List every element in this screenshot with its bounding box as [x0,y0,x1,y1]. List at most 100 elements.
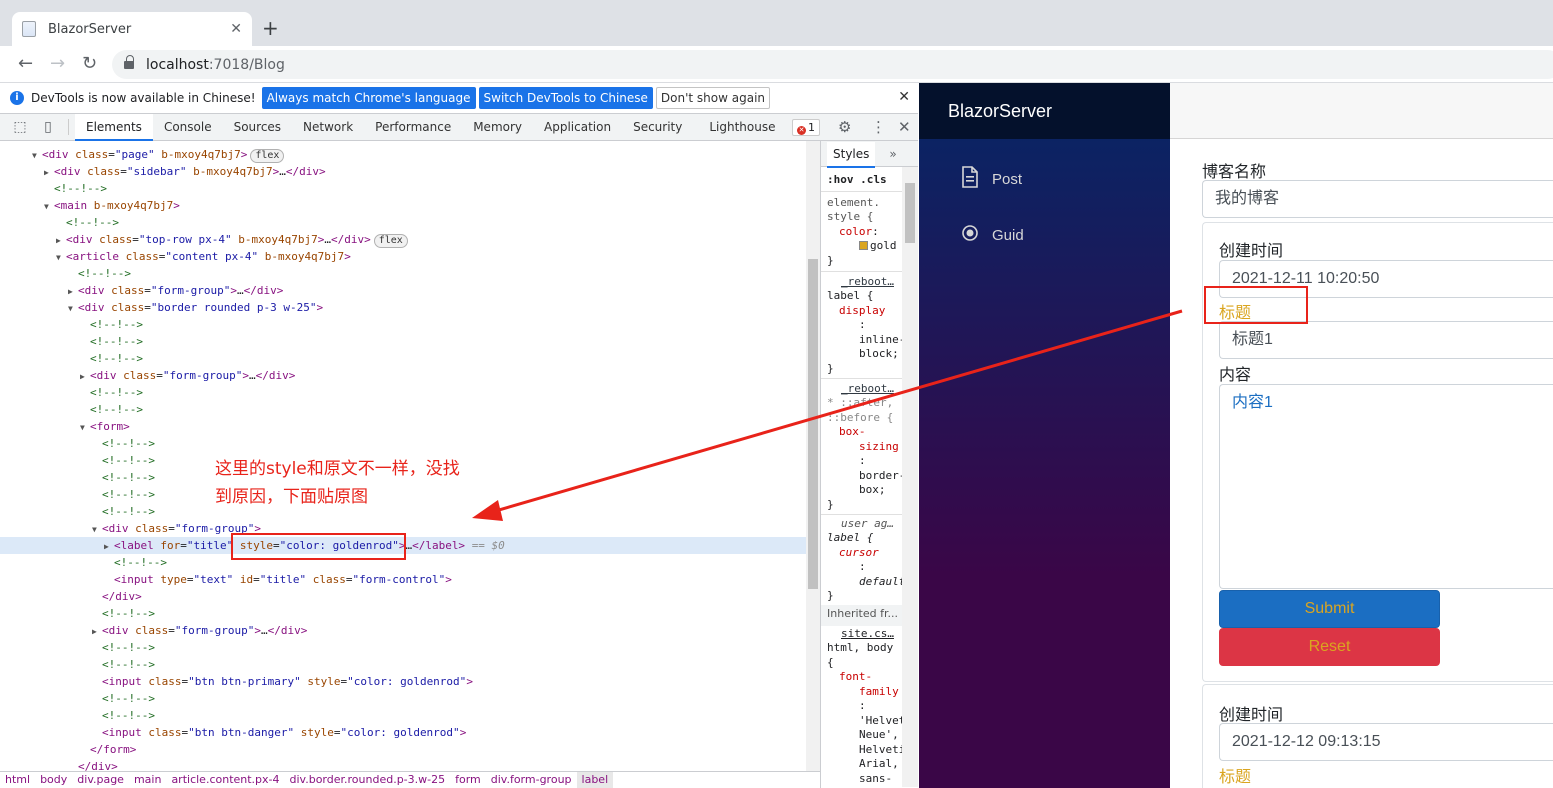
submit-button[interactable]: Submit [1219,590,1440,628]
forward-icon[interactable]: → [50,53,65,74]
dom-node[interactable]: <!--!--> [102,656,155,673]
dom-node[interactable]: </div> [78,758,118,771]
breadcrumb-html[interactable]: html [0,772,35,788]
breadcrumb-body[interactable]: body [35,772,72,788]
blog-name-label: 博客名称 [1202,164,1267,181]
created-time-label: 创建时间 [1219,707,1284,724]
device-toolbar-icon[interactable]: ▯ [34,119,62,135]
breadcrumb-form-group[interactable]: div.form-group [486,772,577,788]
breadcrumb-div-border[interactable]: div.border.rounded.p-3.w-25 [285,772,451,788]
tab-memory[interactable]: Memory [462,114,533,141]
dom-node[interactable]: <!--!--> [102,503,155,520]
more-options-icon[interactable]: ⋮ [871,118,886,136]
scroll-thumb[interactable] [808,259,818,589]
color-swatch[interactable] [859,241,868,250]
error-count-badge[interactable]: ✕ 1 [792,119,820,136]
dom-node[interactable]: <input type="text" id="title" class="for… [114,571,452,588]
created-time-label: 创建时间 [1219,243,1284,260]
tab-security[interactable]: Security [622,114,693,141]
inspect-element-icon[interactable]: ⬚ [6,119,34,135]
dom-node[interactable]: <!--!--> [102,435,155,452]
breadcrumb-form[interactable]: form [450,772,486,788]
dom-node[interactable]: <!--!--> [90,316,143,333]
close-infobar-icon[interactable]: ✕ [898,89,910,105]
dom-node[interactable]: ▶ <div class="top-row px-4" b-mxoy4q7bj7>… [56,231,408,248]
app-brand[interactable]: BlazorServer [919,83,1170,139]
elements-scrollbar[interactable] [806,141,820,771]
dom-node[interactable]: <!--!--> [78,265,131,282]
dom-node[interactable]: <!--!--> [90,333,143,350]
dom-node[interactable]: </form> [90,741,136,758]
dom-node[interactable]: ▶ <div class="form-group">…</div> [68,282,283,299]
new-tab-icon[interactable]: + [262,16,279,40]
blog-name-input[interactable]: 我的博客 [1202,180,1553,218]
title-input[interactable]: 标题1 [1219,321,1553,359]
dom-node[interactable]: <input class="btn btn-primary" style="co… [102,673,473,690]
created-time-input[interactable]: 2021-12-12 09:13:15 [1219,723,1553,761]
dom-node[interactable]: ▼ <div class="border rounded p-3 w-25"> [68,299,323,316]
match-language-button[interactable]: Always match Chrome's language [261,87,476,109]
dom-node[interactable]: </div> [102,588,142,605]
document-icon [961,166,983,192]
dom-node[interactable]: <!--!--> [102,469,155,486]
nav-item-post[interactable]: Post [961,159,1022,199]
dom-node[interactable]: <!--!--> [102,605,155,622]
tab-performance[interactable]: Performance [364,114,462,141]
content-textarea[interactable]: 内容1 [1219,384,1553,589]
dont-show-again-button[interactable]: Don't show again [655,87,771,109]
switch-chinese-button[interactable]: Switch DevTools to Chinese [478,87,653,109]
styles-scrollbar[interactable] [902,167,918,787]
reset-button[interactable]: Reset [1219,628,1440,666]
tab-styles[interactable]: Styles [827,142,876,168]
address-bar[interactable]: localhost:7018/Blog [112,50,1553,79]
dom-node[interactable]: <!--!--> [54,180,107,197]
more-tabs-icon[interactable]: » [889,147,896,161]
tab-network[interactable]: Network [292,114,364,141]
dom-node[interactable]: ▼ <article class="content px-4" b-mxoy4q7… [56,248,351,265]
title-label: 标题 [1219,769,1252,786]
back-icon[interactable]: ← [18,53,33,74]
dom-node[interactable]: <!--!--> [90,350,143,367]
tab-console[interactable]: Console [153,114,223,141]
dom-node[interactable]: ▼ <form> [80,418,130,435]
dom-node[interactable]: <!--!--> [66,214,119,231]
tab-application[interactable]: Application [533,114,622,141]
annotation-note: 这里的style和原文不一样，没找 到原因，下面贴原图 [215,455,535,511]
dom-node[interactable]: <!--!--> [102,690,155,707]
tab-title: BlazorServer [48,21,132,37]
nav-item-guid[interactable]: Guid [961,215,1024,255]
tab-lighthouse[interactable]: Lighthouse [693,114,786,141]
toolbar-divider [68,119,69,135]
browser-tab[interactable]: BlazorServer ✕ [12,12,252,46]
dom-node[interactable]: <!--!--> [102,639,155,656]
dom-node[interactable]: ▶ <div class="form-group">…</div> [92,622,307,639]
dom-node[interactable]: ▶ <div class="sidebar" b-mxoy4q7bj7>…</di… [44,163,326,180]
dom-node[interactable]: <input class="btn btn-danger" style="col… [102,724,466,741]
dom-node[interactable]: <!--!--> [102,486,155,503]
tab-sources[interactable]: Sources [223,114,292,141]
settings-gear-icon[interactable]: ⚙ [838,118,851,136]
dom-node[interactable]: <!--!--> [90,401,143,418]
dom-node[interactable]: <!--!--> [90,384,143,401]
close-devtools-icon[interactable]: ✕ [898,118,911,136]
breadcrumb-article[interactable]: article.content.px-4 [166,772,284,788]
reload-icon[interactable]: ↻ [82,53,97,74]
breadcrumb-main[interactable]: main [129,772,166,788]
devtools-panel: i DevTools is now available in Chinese! … [0,83,918,788]
scroll-thumb[interactable] [905,183,915,243]
breadcrumb-div-page[interactable]: div.page [72,772,129,788]
dom-node[interactable]: <!--!--> [102,452,155,469]
url-path: :7018/Blog [208,56,285,73]
dom-node[interactable]: ▼ <div class="page" b-mxoy4q7bj7> flex [32,146,285,163]
close-tab-icon[interactable]: ✕ [230,21,242,37]
styles-filter[interactable]: :hov .cls [821,173,887,188]
breadcrumb-label[interactable]: label [576,772,614,788]
tab-elements[interactable]: Elements [75,113,153,141]
dom-node[interactable]: <!--!--> [114,554,167,571]
highlight-box-title-label [1204,286,1308,324]
info-icon: i [10,91,24,105]
dom-node[interactable]: ▼ <main b-mxoy4q7bj7> [44,197,180,214]
dom-node[interactable]: ▶ <div class="form-group">…</div> [80,367,295,384]
infobar-message: DevTools is now available in Chinese! [31,91,256,105]
dom-node[interactable]: <!--!--> [102,707,155,724]
